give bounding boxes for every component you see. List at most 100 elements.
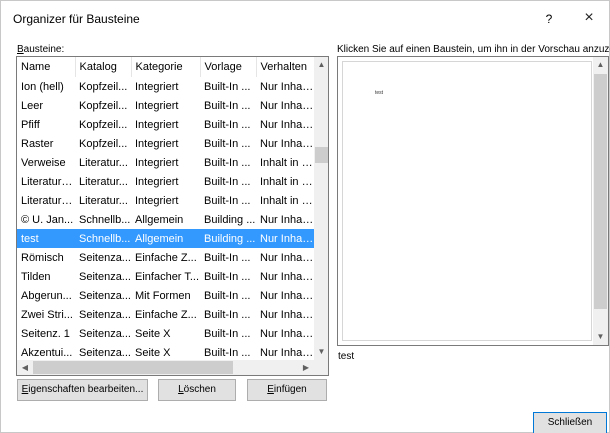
table-cell: Schnellb...	[75, 229, 131, 248]
list-horizontal-scrollbar[interactable]: ◀ ▶	[17, 360, 314, 375]
table-cell: Nur Inhalt ...	[260, 118, 314, 131]
table-cell: Kopfzeil...	[79, 80, 128, 93]
scroll-right-icon[interactable]: ▶	[298, 360, 314, 375]
table-row[interactable]: Seitenz. 1 Seitenza... Seite X Built-In ...…	[17, 324, 314, 343]
table-cell: Built-In ...	[204, 308, 251, 321]
table-cell: Leer	[21, 99, 44, 112]
table-row[interactable]: Akzentui... Seitenza... Seite X Built-In ..…	[17, 343, 314, 360]
column-header[interactable]: Kategorie	[131, 57, 201, 77]
table-cell: Nur Inhalt ...	[260, 308, 314, 321]
table-row[interactable]: Tilden Seitenza... Einfacher T... Built-In …	[17, 267, 314, 286]
table-cell: Integriert	[135, 156, 179, 169]
table-cell: Nur Inhalt ...	[260, 327, 314, 340]
table-cell: Nur Inhalt ...	[260, 289, 314, 302]
table-cell: Integriert	[135, 175, 179, 188]
list-viewport: Name Katalog Kategorie Vorlage Verhalten Ion…	[17, 57, 314, 360]
table-cell: Built-In ...	[204, 251, 251, 264]
help-button[interactable]: ?	[537, 9, 561, 29]
table-cell: Nur Inhalt ...	[260, 80, 314, 93]
table-row[interactable]: Literaturv... Literatur... Integriert Built…	[17, 172, 314, 191]
table-cell: Seitenza...	[79, 251, 131, 264]
table-cell: Einfacher T...	[135, 270, 199, 283]
scrollbar-thumb-horizontal[interactable]	[33, 361, 233, 374]
table-cell: Seitenza...	[79, 270, 131, 283]
scroll-left-icon[interactable]: ◀	[17, 360, 33, 375]
table-cell: Römisch	[21, 251, 64, 264]
table-row[interactable]: Verweise Literatur... Integriert Built-In .…	[17, 153, 314, 172]
table-row[interactable]: Abgerun... Seitenza... Mit Formen Built-In …	[17, 286, 314, 305]
column-header[interactable]: Verhalten	[256, 57, 314, 77]
table-cell: Integriert	[135, 137, 179, 150]
column-header[interactable]: Katalog	[75, 57, 132, 77]
insert-button[interactable]: Einfügen	[247, 379, 327, 401]
column-header[interactable]: Name	[17, 57, 76, 77]
table-row[interactable]: Raster Kopfzeil... Integriert Built-In ... N…	[17, 134, 314, 153]
table-cell: Built-In ...	[204, 327, 251, 340]
preview-vertical-scrollbar[interactable]: ▲ ▼	[593, 57, 608, 345]
preview-scrollbar-thumb[interactable]	[594, 74, 607, 309]
preview-page: test	[342, 61, 592, 341]
table-cell: Pfiff	[21, 118, 40, 131]
table-row[interactable]: Zwei Stri... Seitenza... Einfache Z... Buil…	[17, 305, 314, 324]
table-cell: Seitenza...	[79, 308, 131, 321]
table-row[interactable]: Römisch Seitenza... Einfache Z... Built-In …	[17, 248, 314, 267]
dialog-title: Organizer für Bausteine	[13, 12, 140, 26]
table-cell: Nur Inhalt ...	[256, 229, 314, 248]
column-header[interactable]: Vorlage	[200, 57, 257, 77]
insert-label: infügen	[273, 384, 307, 395]
table-cell: Nur Inhalt ...	[260, 99, 314, 112]
preview-hint-label: Klicken Sie auf einen Baustein, um ihn i…	[337, 44, 610, 55]
table-cell: Built-In ...	[204, 289, 251, 302]
table-cell: Built-In ...	[204, 194, 251, 207]
table-cell: Seitenza...	[79, 346, 131, 359]
preview-scroll-up-icon[interactable]: ▲	[593, 57, 608, 73]
list-vertical-scrollbar[interactable]: ▲ ▼	[314, 57, 328, 360]
table-cell: Kopfzeil...	[79, 118, 128, 131]
scroll-corner	[314, 360, 328, 375]
bausteine-label-text: austeine:	[23, 44, 65, 55]
table-cell: Mit Formen	[135, 289, 191, 302]
table-cell: Integriert	[135, 194, 179, 207]
table-cell: Kopfzeil...	[79, 137, 128, 150]
table-cell: Literatur...	[79, 175, 128, 188]
table-row[interactable]: © U. Jan... Schnellb... Allgemein Building …	[17, 210, 314, 229]
table-row[interactable]: test Schnellb... Allgemein Building ... Nur …	[17, 229, 314, 248]
title-bar: Organizer für Bausteine ? ×	[1, 1, 609, 35]
delete-button[interactable]: Löschen	[158, 379, 236, 401]
table-cell: Literatur...	[79, 194, 128, 207]
insert-accesskey: E	[267, 384, 274, 395]
preview-scroll-down-icon[interactable]: ▼	[593, 329, 608, 345]
table-cell: Ion (hell)	[21, 80, 64, 93]
scroll-down-icon[interactable]: ▼	[314, 344, 328, 360]
table-row[interactable]: Pfiff Kopfzeil... Integriert Built-In ... Nu…	[17, 115, 314, 134]
table-cell: Nur Inhalt ...	[260, 251, 314, 264]
table-row[interactable]: Literaturv... Literatur... Integriert Built…	[17, 191, 314, 210]
table-cell: Seite X	[135, 346, 171, 359]
preview-content: test	[375, 90, 384, 96]
table-body: Ion (hell) Kopfzeil... Integriert Built-In …	[17, 77, 314, 360]
table-row[interactable]: Ion (hell) Kopfzeil... Integriert Built-In …	[17, 77, 314, 96]
table-cell: Built-In ...	[204, 346, 251, 359]
table-cell: Built-In ...	[204, 80, 251, 93]
table-cell: Built-In ...	[204, 118, 251, 131]
scrollbar-thumb[interactable]	[315, 147, 328, 163]
close-icon[interactable]: ×	[575, 7, 603, 29]
table-cell: © U. Jan...	[21, 213, 74, 226]
table-cell: Einfache Z...	[135, 251, 197, 264]
scroll-up-icon[interactable]: ▲	[314, 57, 328, 73]
table-cell: Building ...	[200, 229, 256, 248]
table-cell: Built-In ...	[204, 99, 251, 112]
header-row: Name Katalog Kategorie Vorlage Verhalten	[17, 57, 314, 77]
table-cell: Abgerun...	[21, 289, 72, 302]
table-row[interactable]: Leer Kopfzeil... Integriert Built-In ... Nur…	[17, 96, 314, 115]
table-cell: Kopfzeil...	[79, 99, 128, 112]
table-cell: test	[17, 229, 75, 248]
table-cell: Building ...	[204, 213, 256, 226]
preview-selected-name: test	[338, 351, 355, 362]
organizer-dialog: Organizer für Bausteine ? × Bausteine: K…	[0, 0, 610, 433]
table-cell: Raster	[21, 137, 54, 150]
table-cell: Seite X	[135, 327, 171, 340]
building-blocks-list[interactable]: Name Katalog Kategorie Vorlage Verhalten Ion…	[16, 56, 329, 376]
edit-properties-button[interactable]: Eigenschaften bearbeiten...	[17, 379, 148, 401]
close-dialog-button[interactable]: Schließen	[533, 412, 607, 433]
